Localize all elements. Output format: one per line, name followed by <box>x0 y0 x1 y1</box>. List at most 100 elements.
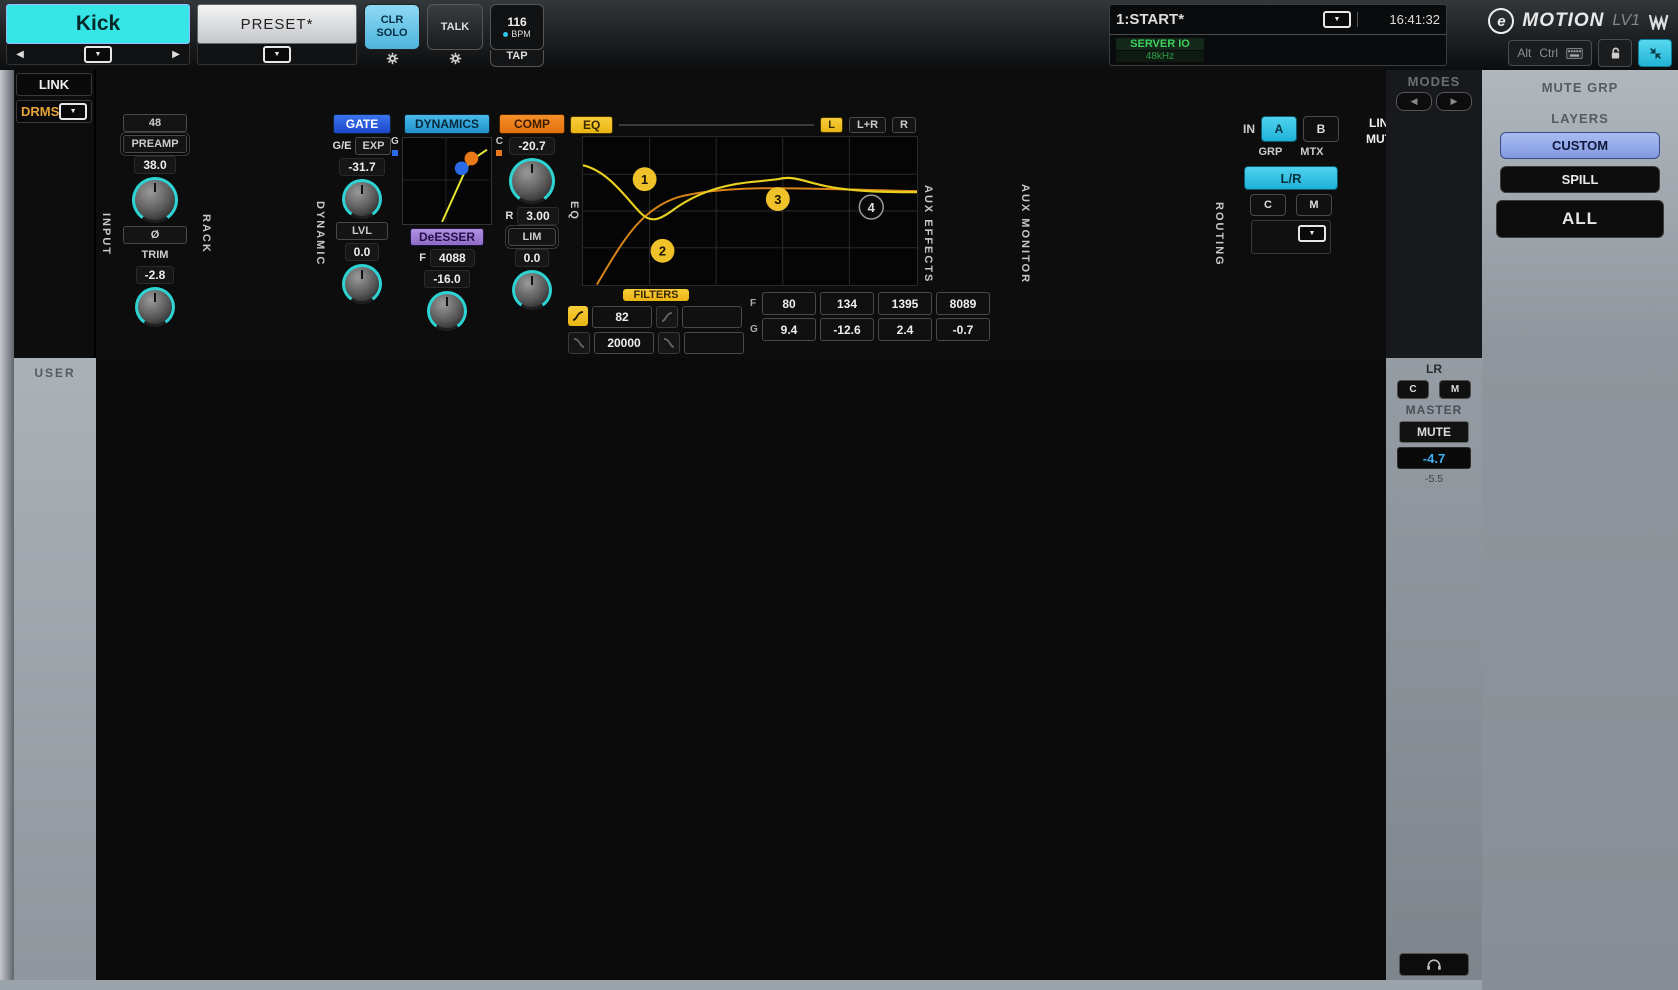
aux-monitor-section: AUX MONITOR <box>1017 114 1112 354</box>
input-section-label: INPUT <box>98 114 112 354</box>
comp-curve-label: C <box>496 136 503 147</box>
lock-button[interactable] <box>1598 39 1632 67</box>
layer-all-button[interactable]: ALL <box>1496 200 1664 238</box>
phantom-48v-button[interactable]: 48 <box>123 114 187 132</box>
filter2-freq-value[interactable] <box>682 306 742 328</box>
routing-label: ROUTING <box>1211 114 1225 354</box>
selected-channel-display[interactable]: Kick <box>6 4 190 44</box>
deesser-button[interactable]: DeESSER <box>410 228 484 246</box>
ratio-value: 3.00 <box>517 207 558 225</box>
lpf-slope-icon[interactable] <box>568 332 590 354</box>
master-fader-value: -4.7 <box>1397 447 1471 469</box>
link-group-select[interactable]: DRMS ▼ <box>16 100 92 123</box>
master-phones-button[interactable] <box>1399 953 1468 976</box>
eq-button[interactable]: EQ <box>570 116 613 134</box>
scene-dropdown-icon[interactable]: ▼ <box>1323 11 1351 28</box>
talkback-settings-button[interactable] <box>427 50 483 67</box>
exp-mode-button[interactable]: EXP <box>355 137 391 155</box>
layer-spill-button[interactable]: SPILL <box>1500 166 1660 193</box>
route-lr-button[interactable]: L/R <box>1244 166 1338 190</box>
master-strip[interactable]: LR C M MASTER MUTE -4.7 -5.5 <box>1386 358 1482 980</box>
modes-next-button[interactable]: ▶ <box>1436 92 1472 111</box>
right-panel: MUTE GRP LAYERS CUSTOM SPILL ALL <box>1482 70 1678 990</box>
link-group-dropdown-icon[interactable]: ▼ <box>59 103 87 120</box>
modes-title: MODES <box>1392 74 1476 89</box>
hpf-slope-icon[interactable] <box>568 306 588 326</box>
band1-freq[interactable]: 80 <box>762 292 816 315</box>
modes-panel: MODES ◀ ▶ <box>1386 70 1482 358</box>
limiter-button[interactable]: LIM <box>508 228 556 246</box>
channel-name-unit: Kick ◀ ▼ ▶ <box>6 4 190 65</box>
solo-settings-button[interactable] <box>364 50 420 67</box>
channel-dropdown-icon[interactable]: ▼ <box>84 46 112 63</box>
comp-dot <box>496 150 502 156</box>
dynamics-button[interactable]: DYNAMICS <box>404 114 490 134</box>
limiter-knob[interactable] <box>512 270 552 310</box>
eq-lr-button[interactable]: L+R <box>849 117 886 133</box>
lpf-freq-value[interactable]: 20000 <box>594 332 654 354</box>
svg-text:3: 3 <box>774 192 781 207</box>
modes-prev-button[interactable]: ◀ <box>1396 92 1432 111</box>
gate-floor-knob[interactable] <box>342 264 382 304</box>
deesser-knob[interactable] <box>427 291 467 331</box>
talkback-button[interactable]: TALK <box>427 4 483 50</box>
deesser-freq-value: 4088 <box>430 249 475 267</box>
master-fader[interactable] <box>1392 489 1476 949</box>
band1-gain[interactable]: 9.4 <box>762 318 816 341</box>
comp-threshold-knob[interactable] <box>509 158 555 204</box>
eq-curve-graph[interactable]: 1 2 3 4 <box>582 136 918 286</box>
gate-exp-label: G/E <box>333 140 352 152</box>
bpm-unit: 116 BPM TAP <box>490 4 544 67</box>
aux-effects-section: AUX EFFECTS <box>920 114 1015 354</box>
preamp-button[interactable]: PREAMP <box>123 135 187 153</box>
master-strip-name: LR <box>1426 362 1442 376</box>
filter2-slope-icon[interactable] <box>656 306 678 328</box>
keyboard-modifiers[interactable]: Alt Ctrl <box>1508 40 1592 66</box>
headphones-icon <box>1426 959 1442 971</box>
layer-custom-button[interactable]: CUSTOM <box>1500 132 1660 159</box>
logo-cluster: e MOTION LV1 Alt Ctrl <box>1454 4 1672 67</box>
user-title: USER <box>19 366 91 380</box>
waves-logo-icon <box>1648 13 1672 30</box>
input-a-button[interactable]: A <box>1261 116 1297 142</box>
filter4-freq-value[interactable] <box>684 332 744 354</box>
trim-knob[interactable] <box>135 287 175 327</box>
hpf-freq-value[interactable]: 82 <box>592 306 652 328</box>
band2-freq[interactable]: 134 <box>820 292 874 315</box>
eq-right-button[interactable]: R <box>892 117 916 133</box>
prev-channel-button[interactable]: ◀ <box>7 49 33 60</box>
rack-section-label: RACK <box>198 114 212 354</box>
bpm-display[interactable]: 116 BPM <box>490 4 544 50</box>
tap-tempo-button[interactable]: TAP <box>490 50 544 67</box>
phase-flip-button[interactable]: Ø <box>123 226 187 244</box>
gear-icon <box>386 52 399 65</box>
comp-button[interactable]: COMP <box>499 114 565 134</box>
next-channel-button[interactable]: ▶ <box>163 49 189 60</box>
gate-lvl-button[interactable]: LVL <box>336 222 388 240</box>
clear-solo-button[interactable]: CLRSOLO <box>364 4 420 50</box>
input-b-button[interactable]: B <box>1303 116 1339 142</box>
master-m-button[interactable]: M <box>1439 380 1471 399</box>
preamp-gain-value: 38.0 <box>134 156 175 174</box>
preset-dropdown-icon[interactable]: ▼ <box>263 46 291 63</box>
route-c-button[interactable]: C <box>1250 194 1286 216</box>
dynamics-section: GATE G/E EXP -31.7 LVL 0.0 DYNAMICS G <box>328 114 566 354</box>
bottom-rail <box>0 980 1482 990</box>
route-m-button[interactable]: M <box>1296 194 1332 216</box>
collapse-arrows-icon <box>1649 47 1662 60</box>
scene-name[interactable]: 1:START* <box>1116 11 1317 28</box>
master-c-button[interactable]: C <box>1397 380 1429 399</box>
talk-unit: TALK <box>427 4 483 67</box>
eq-left-button[interactable]: L <box>820 117 843 133</box>
band2-gain[interactable]: -12.6 <box>820 318 874 341</box>
preamp-gain-knob[interactable] <box>132 177 178 223</box>
master-mute-button[interactable]: MUTE <box>1399 421 1468 443</box>
route-dropdown-icon[interactable]: ▼ <box>1298 225 1326 242</box>
preset-display[interactable]: PRESET* <box>197 4 357 44</box>
svg-text:1: 1 <box>641 172 648 187</box>
route-extra-select[interactable]: ▼ <box>1251 220 1331 254</box>
collapse-view-button[interactable] <box>1638 39 1672 67</box>
gate-button[interactable]: GATE <box>333 114 391 134</box>
filter4-slope-icon[interactable] <box>658 332 680 354</box>
gate-threshold-knob[interactable] <box>342 179 382 219</box>
